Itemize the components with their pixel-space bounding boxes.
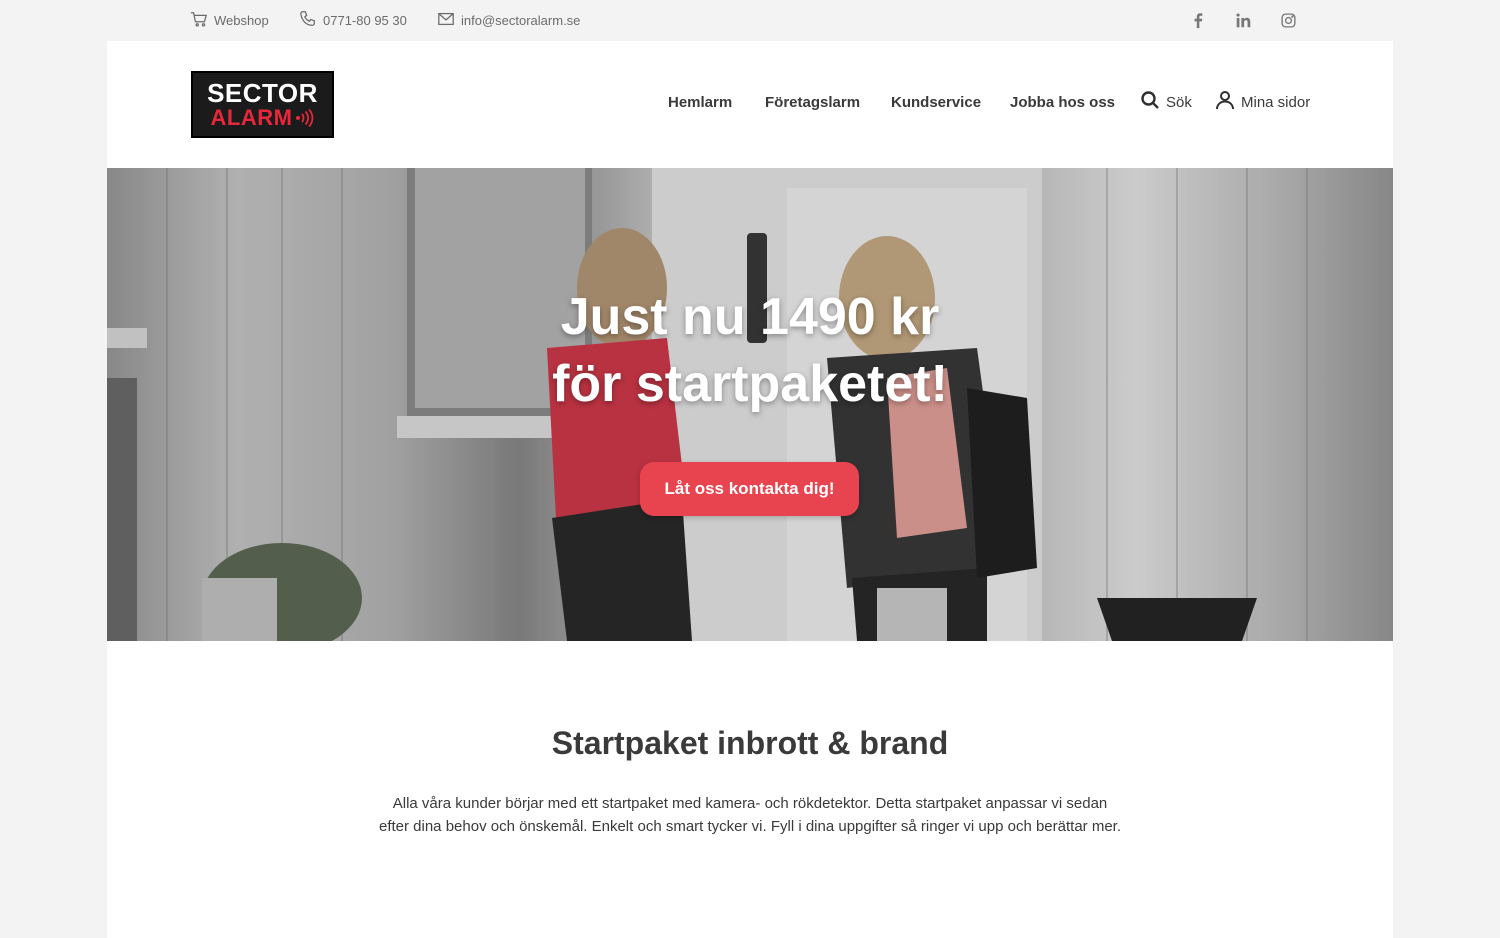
section-description-line-2: efter dina behov och önskemål. Enkelt oc… [378, 818, 1122, 835]
nav-foretagslarm[interactable]: Företagslarm [765, 90, 860, 114]
facebook-icon[interactable] [1188, 10, 1208, 30]
hero-title-line-2: för startpaketet! [552, 355, 948, 413]
section-description: Alla våra kunder börjar med ett startpak… [370, 792, 1130, 838]
nav-jobba-hos-oss[interactable]: Jobba hos oss [1010, 90, 1115, 114]
cart-icon [190, 10, 208, 31]
search-label: Sök [1166, 93, 1192, 111]
hero-banner: Just nu 1490 kr för startpaketet! Låt os… [107, 168, 1393, 641]
signal-waves-icon [296, 109, 314, 127]
webshop-label: Webshop [214, 12, 269, 28]
nav-kundservice[interactable]: Kundservice [891, 90, 981, 114]
section-description-line-1: Alla våra kunder börjar med ett startpak… [392, 795, 1108, 812]
logo-text-sector: SECTOR [207, 78, 318, 108]
mail-icon [437, 10, 455, 31]
my-pages-button[interactable]: Mina sidor [1215, 90, 1310, 114]
logo-text-alarm: ALARM [211, 107, 315, 129]
utility-bar: Webshop 0771-80 95 30 info@sectoralarm.s… [0, 0, 1500, 41]
hero-title-line-1: Just nu 1490 kr [560, 288, 940, 346]
linkedin-icon[interactable] [1233, 10, 1253, 30]
main-page: SECTOR ALARM Hemlarm Företagslarm Kundse… [107, 41, 1393, 938]
user-icon [1215, 90, 1235, 114]
search-button[interactable]: Sök [1140, 90, 1192, 114]
nav-hemlarm[interactable]: Hemlarm [668, 90, 732, 114]
section-title: Startpaket inbrott & brand [551, 725, 949, 761]
logo-text-alarm-word: ALARM [210, 105, 293, 130]
phone-icon [299, 10, 317, 31]
instagram-icon[interactable] [1278, 10, 1298, 30]
contact-me-button[interactable]: Låt oss kontakta dig! [640, 462, 859, 516]
my-pages-label: Mina sidor [1241, 93, 1311, 111]
search-icon [1140, 90, 1160, 114]
phone-link[interactable]: 0771-80 95 30 [299, 10, 407, 30]
webshop-link[interactable]: Webshop [190, 10, 269, 30]
sector-alarm-logo[interactable]: SECTOR ALARM [191, 71, 334, 138]
email-link[interactable]: info@sectoralarm.se [437, 10, 580, 30]
phone-label: 0771-80 95 30 [323, 12, 407, 28]
email-label: info@sectoralarm.se [461, 12, 581, 28]
